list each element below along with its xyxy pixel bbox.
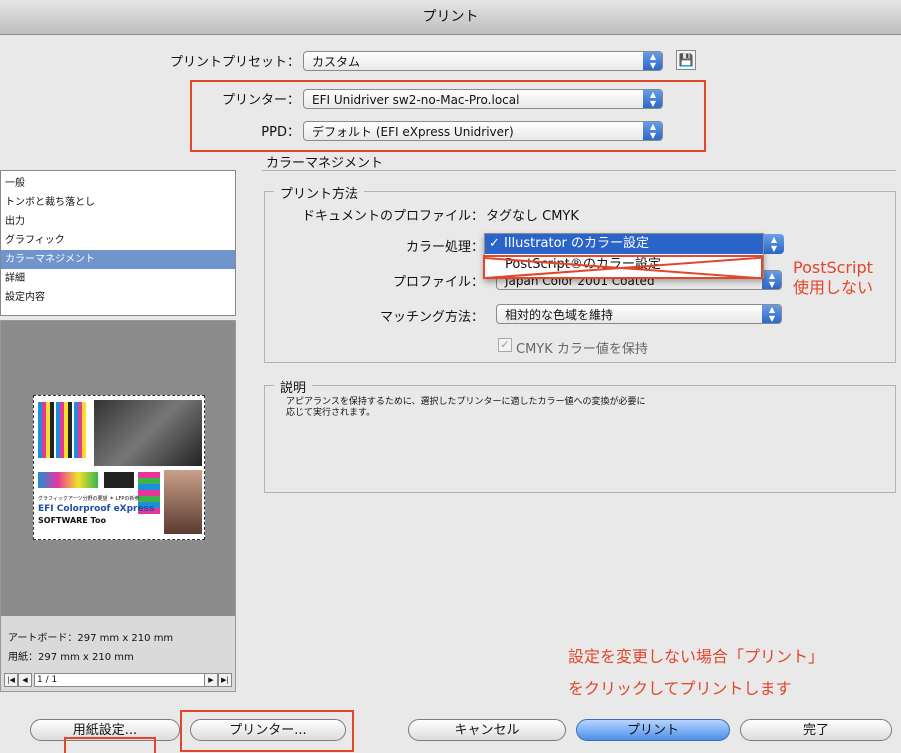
doc-profile-label: ドキュメントのプロファイル： bbox=[301, 209, 484, 224]
popup-arrows-icon[interactable]: ▲ ▼ bbox=[764, 234, 784, 254]
ppd-value: デフォルト (EFI eXpress Unidriver) bbox=[312, 125, 514, 139]
sidebar-item-marks-bleed[interactable]: トンボと裁ち落とし bbox=[1, 193, 235, 212]
popup-arrows-icon: ▲ ▼ bbox=[762, 271, 781, 289]
portrait-photo bbox=[164, 470, 202, 534]
swatch-strip bbox=[38, 472, 98, 488]
printer-select[interactable]: EFI Unidriver sw2-no-Mac-Pro.local ▲ ▼ bbox=[303, 89, 663, 109]
preset-select[interactable]: カスタム ▲ ▼ bbox=[303, 51, 663, 71]
menu-item-illustrator[interactable]: ✓ Illustrator のカラー設定 bbox=[485, 234, 763, 254]
description-text: アピアランスを保持するために、選択したプリンターに適したカラー値への変換が必要に… bbox=[286, 397, 646, 418]
cmyk-checkbox[interactable]: ✓ bbox=[498, 338, 512, 352]
first-page-icon[interactable]: |◀ bbox=[4, 673, 18, 687]
cancel-button[interactable]: キャンセル bbox=[408, 719, 566, 741]
ppd-select[interactable]: デフォルト (EFI eXpress Unidriver) ▲ ▼ bbox=[303, 121, 663, 141]
popup-arrows-icon: ▲ ▼ bbox=[643, 52, 662, 70]
last-page-icon[interactable]: ▶| bbox=[218, 673, 232, 687]
print-preview-thumbnail: グラフィックアーツ分野の要望 ＊ LFPの新参 EFI Colorproof e… bbox=[33, 395, 205, 540]
next-page-icon[interactable]: ▶ bbox=[204, 673, 218, 687]
preview-caption: グラフィックアーツ分野の要望 ＊ LFPの新参 bbox=[38, 496, 140, 502]
sidebar-item-summary[interactable]: 設定内容 bbox=[1, 288, 235, 307]
sidebar-item-graphics[interactable]: グラフィック bbox=[1, 231, 235, 250]
page-navigator: |◀ ◀ 1 / 1 ▶ ▶| bbox=[4, 672, 232, 688]
preview-software-text: SOFTWARE Too bbox=[38, 516, 106, 525]
page-field[interactable]: 1 / 1 bbox=[34, 673, 220, 687]
artboard-size: アートボード：297 mm x 210 mm bbox=[8, 633, 174, 644]
color-handling-label: カラー処理： bbox=[405, 240, 484, 255]
footer-note: 設定を変更しない場合「プリント」 をクリックしてプリントします bbox=[568, 647, 825, 698]
preset-label: プリントプリセット： bbox=[169, 55, 300, 70]
sidebar-item-advanced[interactable]: 詳細 bbox=[1, 269, 235, 288]
printer-value: EFI Unidriver sw2-no-Mac-Pro.local bbox=[312, 93, 520, 107]
cmyk-checkbox-label: CMYK カラー値を保持 bbox=[516, 342, 648, 357]
sidebar-item-color-management[interactable]: カラーマネジメント bbox=[1, 250, 235, 269]
window-title: プリント bbox=[0, 0, 901, 35]
popup-arrows-icon: ▲ ▼ bbox=[643, 90, 662, 108]
page-setup-highlight-box bbox=[64, 737, 156, 753]
prev-page-icon[interactable]: ◀ bbox=[18, 673, 32, 687]
color-bars-graphic bbox=[38, 402, 86, 458]
paper-size: 用紙：297 mm x 210 mm bbox=[8, 652, 134, 663]
preview-efi-text: EFI Colorproof eXpress bbox=[38, 504, 155, 514]
matching-label: マッチング方法： bbox=[379, 310, 484, 325]
preset-value: カスタム bbox=[312, 55, 361, 69]
done-button[interactable]: 完了 bbox=[740, 719, 892, 741]
sidebar-item-output[interactable]: 出力 bbox=[1, 212, 235, 231]
popup-arrows-icon: ▲ ▼ bbox=[643, 122, 662, 140]
profile-label: プロファイル： bbox=[392, 275, 484, 290]
motorcycle-photo bbox=[94, 400, 202, 466]
sidebar-item-general[interactable]: 一般 bbox=[1, 174, 235, 193]
save-preset-icon[interactable]: 💾 bbox=[676, 50, 696, 70]
printer-button-highlight-box bbox=[180, 710, 354, 752]
matching-value: 相対的な色域を維持 bbox=[505, 308, 614, 322]
print-method-title: プリント方法 bbox=[274, 183, 365, 202]
description-title: 説明 bbox=[274, 377, 313, 396]
dark-swatch bbox=[104, 472, 134, 488]
printer-label: プリンター： bbox=[221, 93, 300, 108]
category-list[interactable]: 一般 トンボと裁ち落とし 出力 グラフィック カラーマネジメント 詳細 設定内容 bbox=[0, 170, 236, 316]
postscript-note: PostScript 使用しない bbox=[793, 258, 874, 297]
print-button[interactable]: プリント bbox=[576, 719, 730, 741]
doc-profile-value: タグなし CMYK bbox=[486, 209, 579, 224]
section-title: カラーマネジメント bbox=[266, 156, 384, 171]
matching-select[interactable]: 相対的な色域を維持 ▲ ▼ bbox=[496, 304, 782, 324]
popup-arrows-icon: ▲ ▼ bbox=[762, 305, 781, 323]
ppd-label: PPD： bbox=[261, 125, 300, 140]
section-divider bbox=[262, 170, 896, 171]
